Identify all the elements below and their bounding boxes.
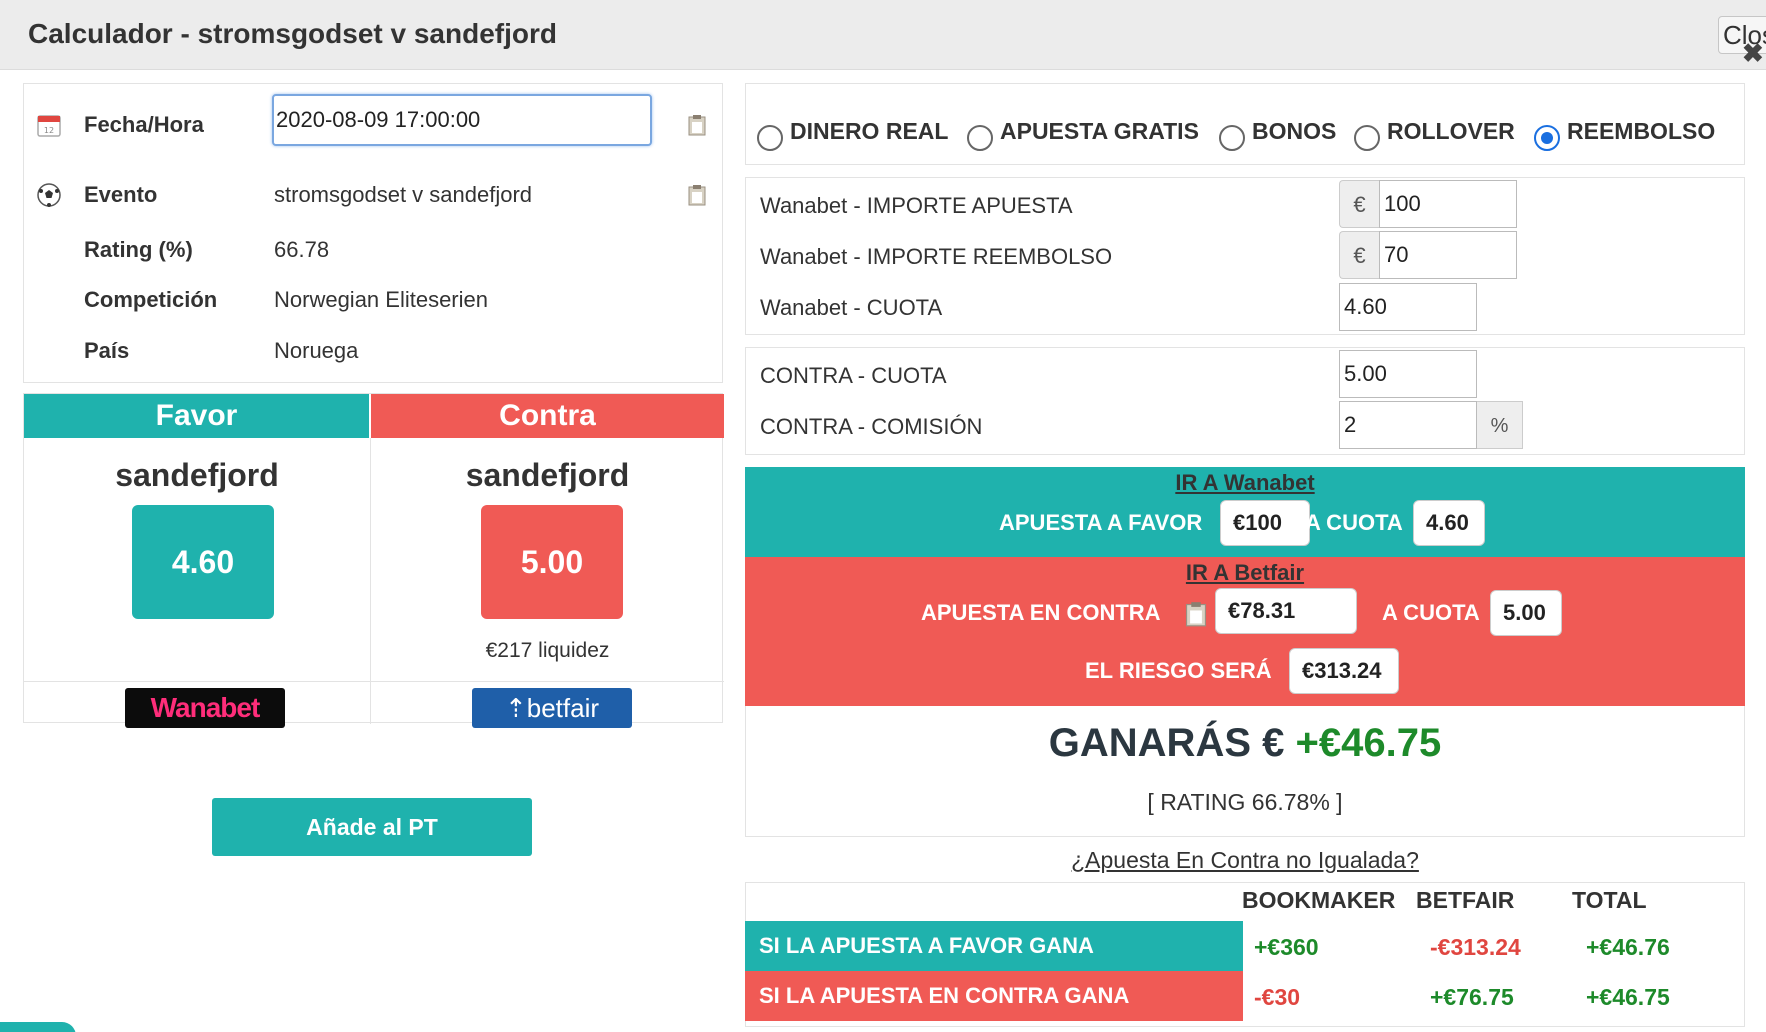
stake-label: Wanabet - IMPORTE APUESTA (760, 193, 1073, 218)
football-icon (37, 183, 61, 207)
summary-favor-total: +€46.76 (1586, 934, 1670, 960)
lay-action-box: IR A Betfair APUESTA EN CONTRA €78.31 A … (745, 557, 1745, 706)
refund-currency: € (1339, 231, 1379, 279)
radio-label-apuesta-gratis[interactable]: APUESTA GRATIS (1000, 118, 1199, 145)
back-odds-value: 4.60 (1413, 500, 1485, 546)
bookmaker-form-panel: Wanabet - IMPORTE APUESTA € Wanabet - IM… (745, 177, 1745, 335)
radio-bonos[interactable] (1219, 125, 1245, 151)
result-panel: GANARÁS € +€46.75 [ RATING 66.78% ] (745, 706, 1745, 837)
summary-row-contra: SI LA APUESTA EN CONTRA GANA (745, 971, 1243, 1021)
profit-label: GANARÁS € (1048, 721, 1285, 765)
rating-value: 66.78 (274, 237, 330, 262)
country-row: País Noruega (24, 330, 722, 370)
lay-odds-value: 5.00 (1490, 590, 1562, 636)
rating-summary: [ RATING 66.78% ] (1147, 789, 1343, 815)
calendar-icon: 12 (37, 115, 61, 137)
lay-form-panel: CONTRA - CUOTA CONTRA - COMISIÓN % (745, 347, 1745, 455)
back-odds-input[interactable] (1339, 283, 1477, 331)
radio-apuesta-gratis[interactable] (967, 125, 993, 151)
summary-col-bookmaker: BOOKMAKER (1242, 887, 1396, 913)
favor-column: sandefjord 4.60 Wanabet (24, 394, 370, 728)
window-title: Calculador - stromsgodset v sandefjord (28, 18, 557, 49)
summary-contra-bookmaker: -€30 (1254, 984, 1301, 1010)
date-label: Fecha/Hora (84, 112, 204, 137)
lay-odds-input[interactable] (1339, 350, 1477, 398)
stake-currency: € (1339, 180, 1379, 228)
summary-contra-betfair: +€76.75 (1430, 984, 1514, 1010)
commission-input[interactable] (1339, 401, 1477, 449)
profit-title: GANARÁS € +€46.75 (746, 721, 1744, 766)
radio-dinero-real[interactable] (757, 125, 783, 151)
svg-text:12: 12 (44, 126, 54, 135)
event-label: Evento (84, 182, 158, 207)
summary-row-favor: SI LA APUESTA A FAVOR GANA (745, 921, 1243, 971)
country-value: Noruega (274, 338, 359, 363)
favor-team: sandefjord (115, 457, 279, 493)
betfair-arrow-icon: ⇡ (504, 693, 527, 723)
commission-percent: % (1477, 401, 1523, 449)
radio-label-bonos[interactable]: BONOS (1252, 118, 1336, 145)
close-icon[interactable]: ✖ (1742, 38, 1764, 69)
risk-label: EL RIESGO SERÁ (1085, 658, 1272, 683)
lay-stake-value[interactable]: €78.31 (1215, 588, 1357, 634)
title-bar: Calculador - stromsgodset v sandefjord (0, 0, 1766, 70)
betfair-logo-text: betfair (526, 693, 600, 723)
back-stake-value: €100 (1220, 500, 1310, 546)
rating-row: Rating (%) 66.78 (24, 229, 722, 269)
profit-amount: +€46.75 (1295, 721, 1442, 765)
refund-input[interactable] (1379, 231, 1517, 279)
summary-col-total: TOTAL (1572, 887, 1647, 913)
competition-label: Competición (84, 287, 218, 312)
rating-label: Rating (%) (84, 237, 193, 262)
radio-label-rollover[interactable]: ROLLOVER (1387, 118, 1515, 145)
go-to-wanabet-link[interactable]: IR A Wanabet (745, 470, 1745, 496)
event-row: Evento stromsgodset v sandefjord (24, 174, 722, 214)
competition-row: Competición Norwegian Eliteserien (24, 279, 722, 319)
summary-favor-betfair: -€313.24 (1430, 934, 1521, 960)
wanabet-logo-text: Wanabet (150, 692, 261, 723)
betfair-logo[interactable]: ⇡betfair (472, 688, 632, 728)
contra-column: sandefjord 5.00 €217 liquidez ⇡betfair (371, 394, 724, 728)
competition-value: Norwegian Eliteserien (274, 287, 488, 312)
lay-bet-label: APUESTA EN CONTRA (921, 600, 1161, 625)
summary-contra-total: +€46.75 (1586, 984, 1670, 1010)
radio-reembolso[interactable] (1534, 125, 1560, 151)
contra-team: sandefjord (465, 457, 630, 493)
back-action-box: IR A Wanabet APUESTA A FAVOR €100 A CUOT… (745, 467, 1745, 557)
clipboard-icon[interactable] (688, 184, 706, 206)
date-input[interactable] (272, 94, 652, 146)
go-to-betfair-link[interactable]: IR A Betfair (745, 560, 1745, 586)
unmatched-lay-link[interactable]: ¿Apuesta En Contra no Igualada? (745, 847, 1745, 874)
refund-label: Wanabet - IMPORTE REEMBOLSO (760, 244, 1113, 269)
back-bet-label: APUESTA A FAVOR (999, 510, 1203, 535)
clipboard-icon[interactable] (688, 114, 706, 136)
contra-liquidity: €217 liquidez (485, 639, 610, 662)
corner-tab-button[interactable] (0, 1022, 76, 1032)
clipboard-icon[interactable] (1185, 601, 1207, 627)
radio-rollover[interactable] (1354, 125, 1380, 151)
event-info-panel: 12 Fecha/Hora Evento stromsgodset v sand… (23, 83, 723, 383)
lay-odds-label-text: A CUOTA (1382, 600, 1480, 625)
add-to-pt-button[interactable]: Añade al PT (212, 798, 532, 856)
event-value: stromsgodset v sandefjord (274, 182, 533, 207)
wanabet-logo[interactable]: Wanabet (125, 688, 285, 728)
favor-odds-box[interactable]: 4.60 (132, 505, 274, 619)
back-odds-label-text: A CUOTA (1305, 510, 1403, 535)
country-label: País (84, 338, 130, 363)
contra-odds-box[interactable]: 5.00 (481, 505, 623, 619)
summary-col-betfair: BETFAIR (1416, 887, 1515, 913)
lay-odds-label: CONTRA - CUOTA (760, 363, 947, 388)
risk-value: €313.24 (1289, 648, 1399, 694)
summary-favor-bookmaker: +€360 (1254, 934, 1319, 960)
commission-label: CONTRA - COMISIÓN (760, 414, 983, 439)
radio-label-reembolso[interactable]: REEMBOLSO (1567, 118, 1715, 145)
back-odds-label: Wanabet - CUOTA (760, 295, 943, 320)
odds-panel: Favor Contra sandefjord 4.60 Wanabet san… (23, 393, 724, 728)
stake-input[interactable] (1379, 180, 1517, 228)
radio-label-dinero-real[interactable]: DINERO REAL (790, 118, 948, 145)
